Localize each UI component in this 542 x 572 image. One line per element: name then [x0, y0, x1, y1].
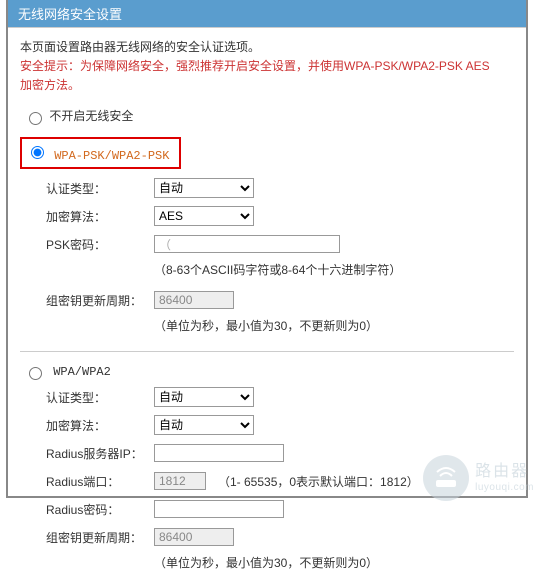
wpa-form: 认证类型： 自动 加密算法： 自动 Radius服务器IP： Radius端口：…: [46, 386, 514, 572]
psk-rekey-help: （单位为秒，最小值为30，不更新则为0）: [154, 317, 514, 335]
psk-form: 认证类型： 自动 加密算法： AES PSK密码： （8-63个ASCII码字符…: [46, 177, 514, 335]
option-disable[interactable]: 不开启无线安全: [24, 109, 133, 123]
panel-content: 本页面设置路由器无线网络的安全认证选项。 安全提示：为保障网络安全，强烈推荐开启…: [8, 28, 526, 572]
intro-text: 本页面设置路由器无线网络的安全认证选项。: [20, 38, 514, 55]
psk-rekey-input[interactable]: [154, 291, 234, 309]
panel-title: 无线网络安全设置: [8, 0, 526, 28]
option-wpa-row: WPA/WPA2: [24, 364, 514, 380]
warning-line-1: 安全提示：为保障网络安全，强烈推荐开启安全设置，并使用WPA-PSK/WPA2-…: [20, 59, 490, 73]
psk-enc-select[interactable]: AES: [154, 206, 254, 226]
wpa-auth-select[interactable]: 自动: [154, 387, 254, 407]
radio-disable[interactable]: [29, 112, 42, 125]
radius-port-label: Radius端口：: [46, 473, 154, 490]
psk-enc-label: 加密算法：: [46, 208, 154, 225]
psk-auth-select[interactable]: 自动: [154, 178, 254, 198]
wpa-rekey-label: 组密钥更新周期：: [46, 529, 154, 546]
option-wpa[interactable]: WPA/WPA2: [24, 365, 111, 379]
psk-rekey-label: 组密钥更新周期：: [46, 292, 154, 309]
option-psk-label: WPA-PSK/WPA2-PSK: [54, 149, 169, 163]
option-psk-highlight: WPA-PSK/WPA2-PSK: [20, 137, 181, 169]
psk-auth-label: 认证类型：: [46, 180, 154, 197]
radius-port-help: （1- 65535，0表示默认端口：1812）: [218, 473, 419, 490]
wpa-rekey-input[interactable]: [154, 528, 234, 546]
wpa-enc-select[interactable]: 自动: [154, 415, 254, 435]
option-wpa-label: WPA/WPA2: [53, 365, 111, 379]
security-warning: 安全提示：为保障网络安全，强烈推荐开启安全设置，并使用WPA-PSK/WPA2-…: [20, 57, 514, 95]
radius-ip-input[interactable]: [154, 444, 284, 462]
settings-panel: 无线网络安全设置 本页面设置路由器无线网络的安全认证选项。 安全提示：为保障网络…: [6, 0, 528, 498]
wpa-enc-label: 加密算法：: [46, 417, 154, 434]
option-disable-label: 不开启无线安全: [49, 109, 133, 123]
radius-ip-label: Radius服务器IP：: [46, 445, 154, 462]
radio-psk[interactable]: [31, 146, 44, 159]
radius-pass-input[interactable]: [154, 500, 284, 518]
psk-pass-input[interactable]: [154, 235, 340, 253]
wpa-rekey-help: （单位为秒，最小值为30，不更新则为0）: [154, 554, 514, 572]
wpa-auth-label: 认证类型：: [46, 389, 154, 406]
option-disable-row: 不开启无线安全: [24, 107, 514, 125]
radio-wpa[interactable]: [29, 367, 42, 380]
radius-port-input[interactable]: [154, 472, 206, 490]
section-divider: [20, 351, 514, 352]
radius-pass-label: Radius密码：: [46, 501, 154, 518]
option-psk[interactable]: WPA-PSK/WPA2-PSK: [26, 149, 169, 163]
warning-line-2: 加密方法。: [20, 78, 80, 92]
psk-pass-help: （8-63个ASCII码字符或8-64个十六进制字符）: [154, 261, 514, 279]
psk-pass-label: PSK密码：: [46, 236, 154, 253]
